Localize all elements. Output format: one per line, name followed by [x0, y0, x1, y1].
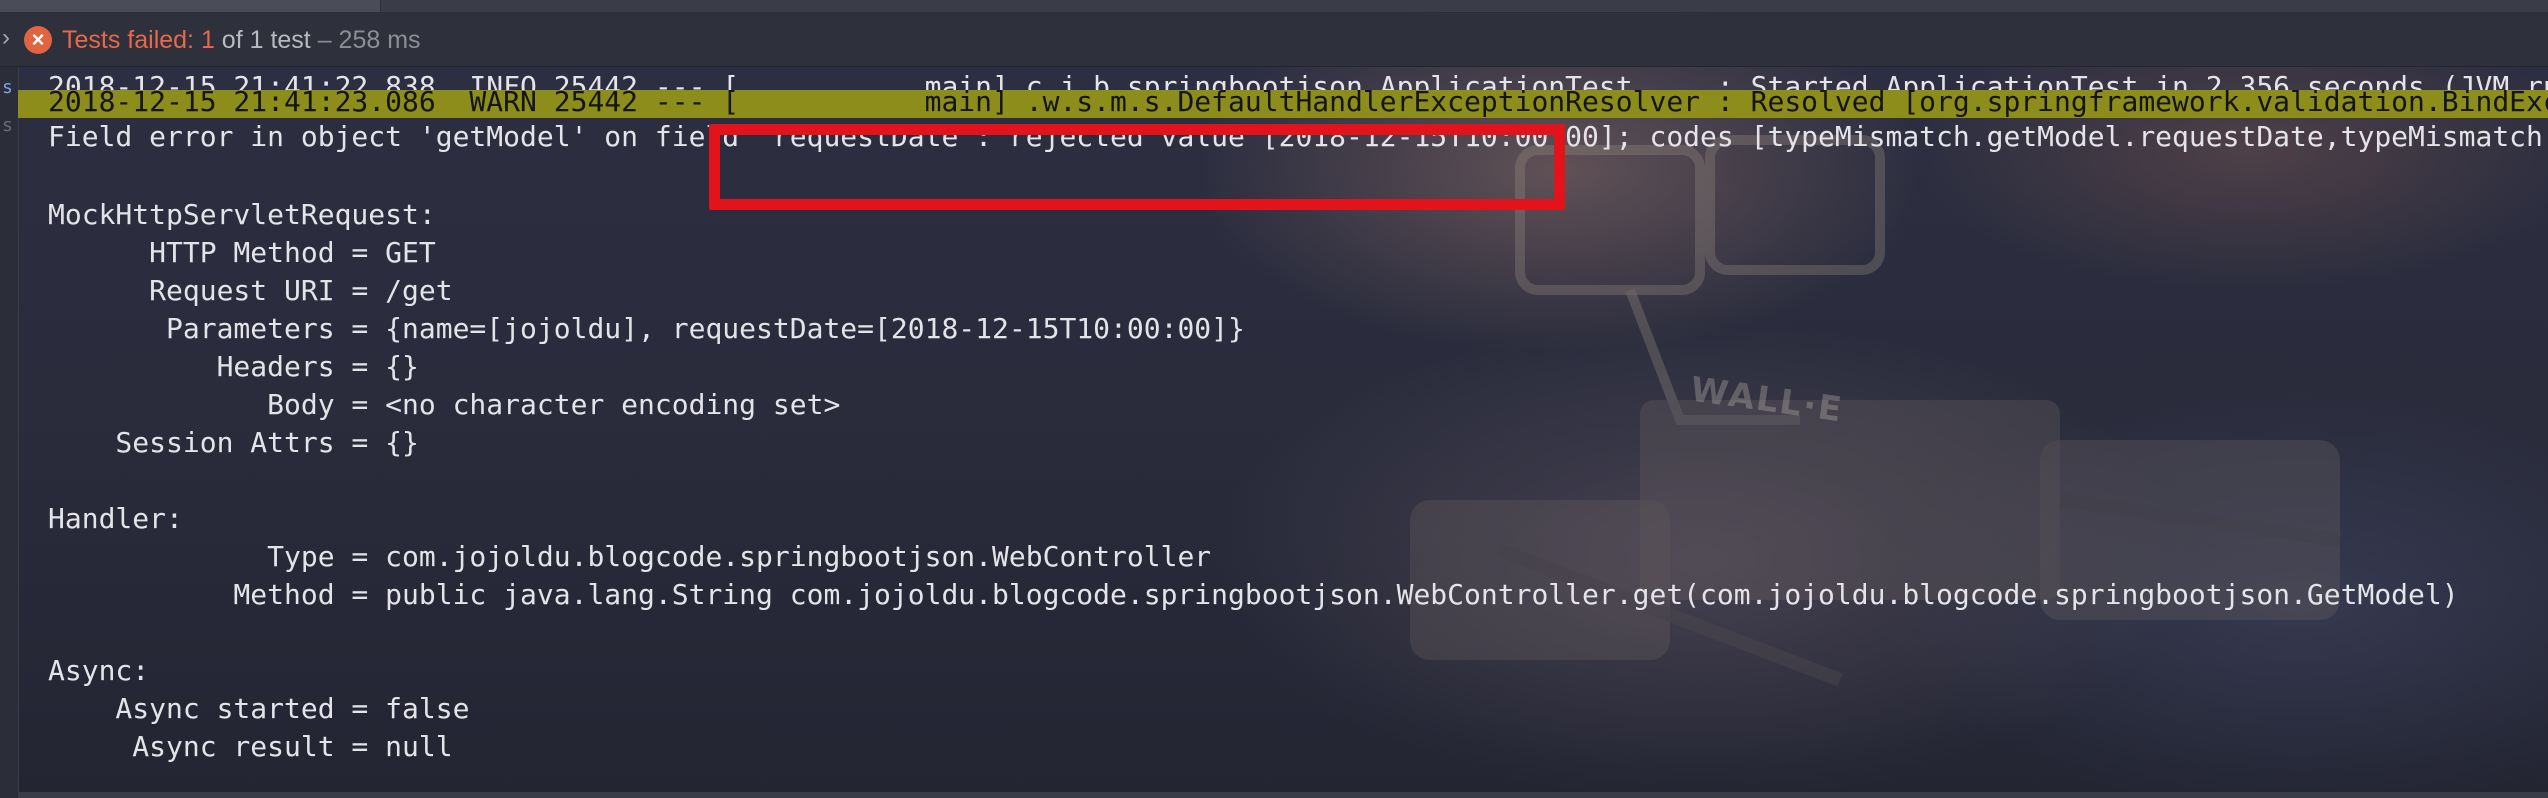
console-line-text: Headers = {}: [48, 350, 419, 383]
console-line-warn: 2018-12-15 21:41:23.086 WARN 25442 --- […: [18, 85, 2548, 118]
console-line-headers: Headers = {}: [18, 348, 2548, 384]
console-line-session-attrs: Session Attrs = {}: [18, 424, 2548, 460]
console-line-text: Method = public java.lang.String com.joj…: [48, 578, 2459, 611]
console-line-request-uri: Request URI = /get: [18, 272, 2548, 308]
expand-chevron-icon[interactable]: ›: [2, 24, 10, 52]
console-line-body: Body = <no character encoding set>: [18, 386, 2548, 422]
red-highlight-annotation: [709, 124, 1565, 210]
console-line-handler-method: Method = public java.lang.String com.joj…: [18, 576, 2548, 612]
console-line-async-header: Async:: [18, 652, 2548, 688]
console-line-text: Parameters = {name=[jojoldu], requestDat…: [48, 312, 1245, 345]
tests-failed-label: Tests failed: 1: [62, 26, 215, 54]
console-line-text: 2018-12-15 21:41:23.086 WARN 25442 --- […: [48, 85, 2548, 118]
gutter-glyph-2: s: [2, 115, 13, 136]
console-line-handler-header: Handler:: [18, 500, 2548, 536]
console-line-text: Async:: [48, 654, 150, 687]
gutter-glyph-1: s: [2, 77, 13, 98]
console-line-text: MockHttpServletRequest:: [48, 198, 436, 231]
console-line-http-method: HTTP Method = GET: [18, 234, 2548, 270]
console-line-handler-type: Type = com.jojoldu.blogcode.springbootjs…: [18, 538, 2548, 574]
console-line-text: Type = com.jojoldu.blogcode.springbootjs…: [48, 540, 1212, 573]
test-status-message: Tests failed: 1 of 1 test – 258 ms: [62, 26, 421, 55]
console-line-text: Session Attrs = {}: [48, 426, 419, 459]
console-line-text: Body = <no character encoding set>: [48, 388, 841, 421]
console-line-text: Async result = null: [48, 730, 453, 763]
tests-count-label: of 1 test: [214, 26, 311, 54]
console-line-text: Handler:: [48, 502, 183, 535]
console-line-async-started: Async started = false: [18, 690, 2548, 726]
console-line-async-result: Async result = null: [18, 728, 2548, 764]
editor-tab[interactable]: [0, 0, 381, 12]
console-line-text: HTTP Method = GET: [48, 236, 436, 269]
console-line-text: Async started = false: [48, 692, 470, 725]
console-line-parameters: Parameters = {name=[jojoldu], requestDat…: [18, 310, 2548, 346]
horizontal-scrollbar[interactable]: [18, 792, 2548, 798]
test-duration-label: – 258 ms: [310, 26, 421, 54]
console-line-text: Request URI = /get: [48, 274, 453, 307]
console-left-gutter: s s: [0, 67, 19, 798]
editor-tab-strip: [0, 0, 2548, 13]
test-status-bar: › × Tests failed: 1 of 1 test – 258 ms: [0, 14, 2548, 67]
test-failed-icon: ×: [24, 26, 52, 54]
